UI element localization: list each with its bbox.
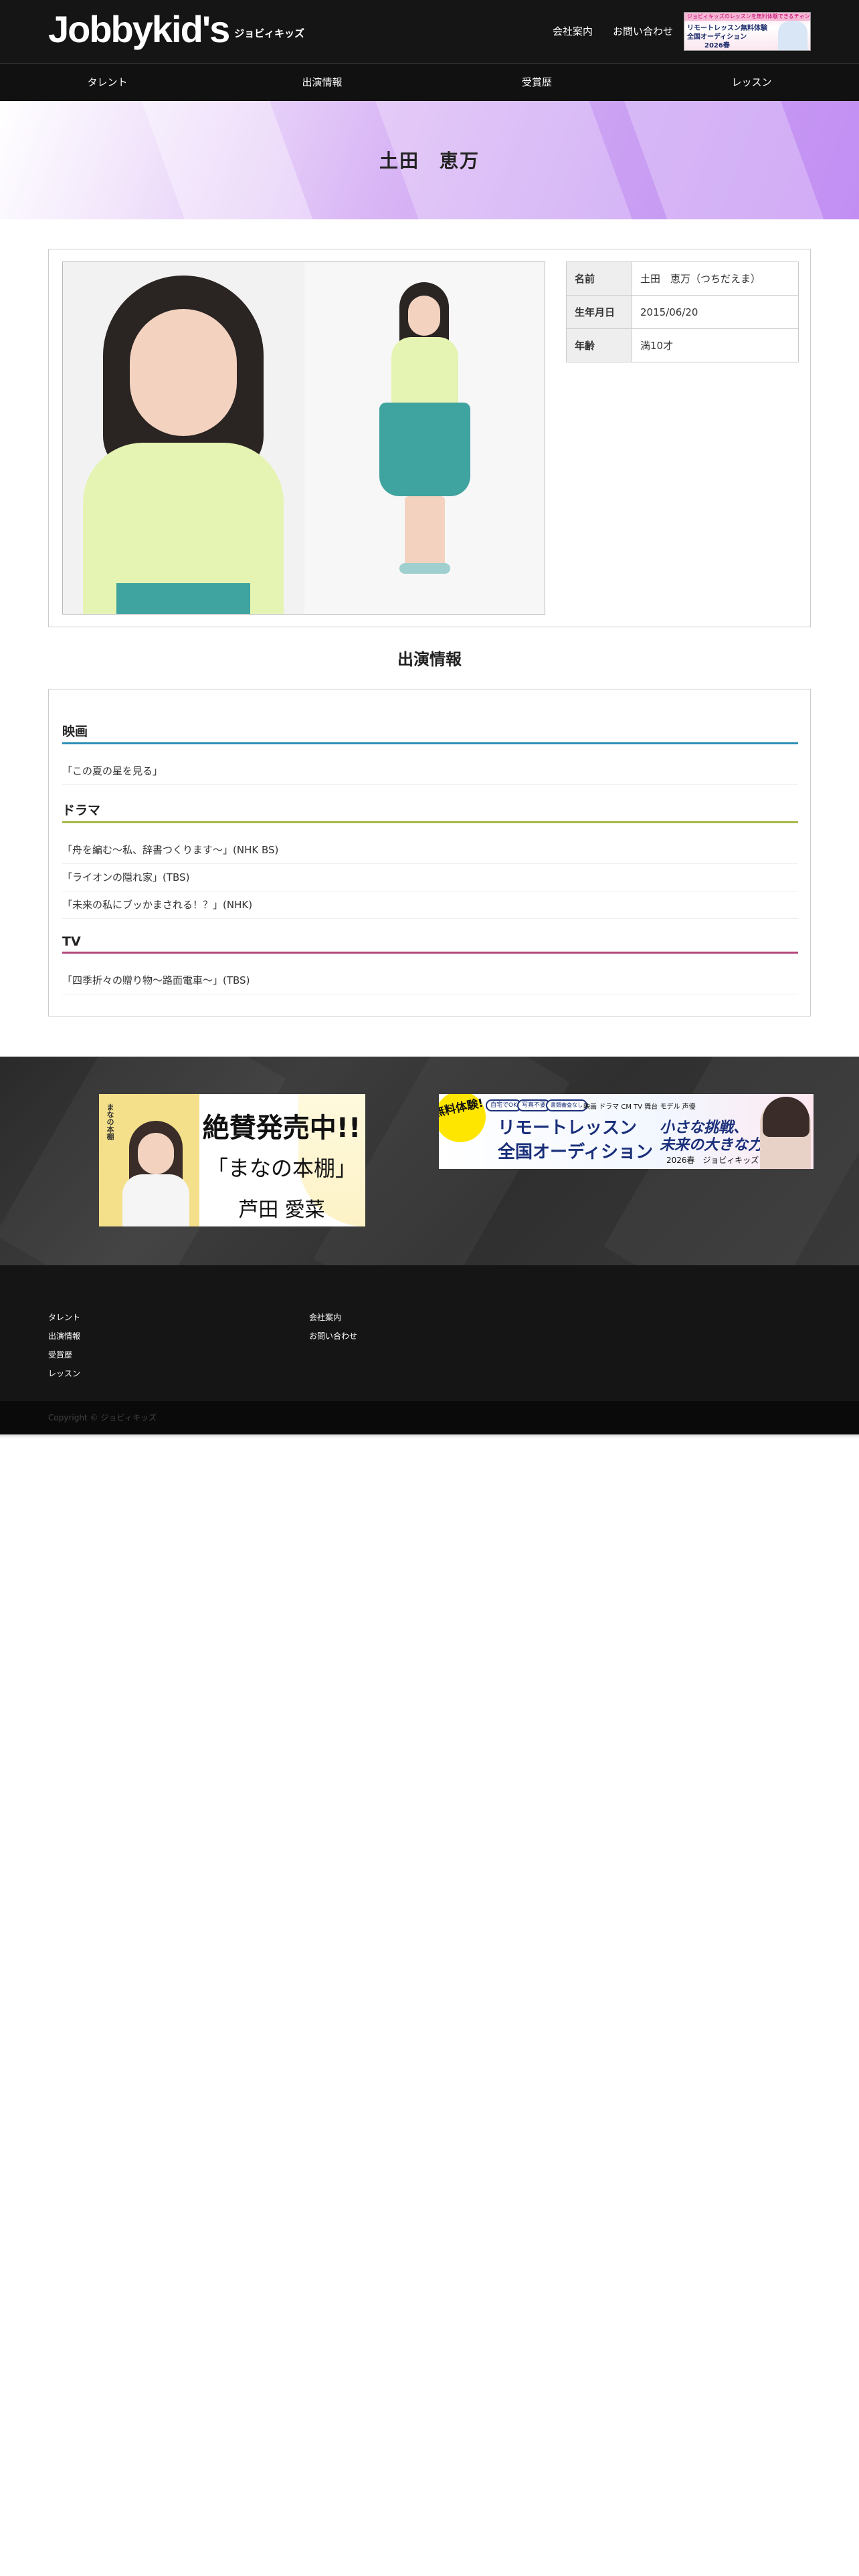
category-drama: ドラマ 「舟を編む〜私、辞書つくります〜」(NHK BS) 「ライオンの隠れ家」… [62,800,798,919]
appearances-box: 映画 「この夏の星を見る」 ドラマ 「舟を編む〜私、辞書つくります〜」(NHK … [48,689,811,1016]
book-cover-title: まなの本棚 [106,1103,114,1140]
book-headline: 絶賛発売中!! [202,1113,361,1144]
profile-value: 土田 恵万（つちだえま） [632,261,799,296]
site-header: Jobbykid's ジョビィキッズ 会社案内 お問い合わせ ジョビィキッズのレ… [0,0,859,64]
category-title: ドラマ [62,800,798,823]
list-item: 「四季折々の贈り物〜路面電車〜」(TBS) [62,967,798,994]
profile-key: 生年月日 [566,295,632,329]
logo-wordmark: Jobbykid's [48,8,230,50]
remote-title-line1: リモートレッスン [498,1118,638,1138]
footer-link-talent[interactable]: タレント [48,1308,80,1327]
top-link-company[interactable]: 会社案内 [553,24,593,38]
profile-key: 名前 [566,261,632,296]
category-list: 「四季折々の贈り物〜路面電車〜」(TBS) [62,967,798,994]
remote-title-line2: 全国オーディション [498,1142,654,1162]
portrait-closeup [63,262,304,614]
profile-photo [62,261,545,615]
header-banner-photo [778,21,807,50]
book-cover: まなの本棚 [99,1094,199,1226]
nav-awards[interactable]: 受賞歴 [430,64,644,101]
book-promo-banner[interactable]: まなの本棚 絶賛発売中!! 「まなの本棚」 芦田 愛菜 [99,1094,365,1226]
profile-key: 年齢 [566,328,632,362]
category-tv: TV 「四季折々の贈り物〜路面電車〜」(TBS) [62,934,798,994]
profile-card: 名前 土田 恵万（つちだえま） 生年月日 2015/06/20 年齢 満10才 [48,249,811,627]
site-footer: タレント 出演情報 受賞歴 レッスン 会社案内 お問い合わせ [0,1265,859,1401]
profile-table: 名前 土田 恵万（つちだえま） 生年月日 2015/06/20 年齢 満10才 [566,261,799,362]
footer-nav-main: タレント 出演情報 受賞歴 レッスン [48,1308,80,1383]
profile-value: 2015/06/20 [632,295,799,329]
copyright-text: Copyright © ジョビィキッズ [48,1413,157,1422]
list-item: 「未来の私にブッかまされる！？」(NHK) [62,891,798,919]
header-banner-strip: ジョビィキッズのレッスンを無料体験できるチャンス！ [684,13,810,21]
remote-tagline-line2: 未来の大きな力 [660,1137,763,1154]
category-title: TV [62,934,798,954]
profile-row-age: 年齢 満10才 [566,328,799,362]
nav-appearances[interactable]: 出演情報 [215,64,430,101]
page-hero: 土田 恵万 [0,101,859,219]
category-list: 「この夏の星を見る」 [62,758,798,785]
site-logo[interactable]: Jobbykid's ジョビィキッズ [48,9,304,49]
genre-list: 映画 ドラマ CM TV 舞台 モデル 声優 [583,1103,696,1111]
profile-row-name: 名前 土田 恵万（つちだえま） [566,261,799,296]
footer-link-appearances[interactable]: 出演情報 [48,1327,80,1346]
footer-link-company[interactable]: 会社案内 [309,1308,357,1327]
feature-pill: 書類審査なし [546,1099,587,1111]
remote-season: 2026春 ジョビィキッズ [666,1156,759,1165]
top-links: 会社案内 お問い合わせ [553,24,673,38]
main-nav: タレント 出演情報 受賞歴 レッスン [0,64,859,101]
profile-row-birthdate: 生年月日 2015/06/20 [566,295,799,329]
nav-lessons[interactable]: レッスン [644,64,859,101]
top-link-contact[interactable]: お問い合わせ [613,24,673,38]
category-title: 映画 [62,722,798,744]
page-title: 土田 恵万 [379,150,480,172]
header-audition-banner[interactable]: ジョビィキッズのレッスンを無料体験できるチャンス！ リモートレッスン無料体験 全… [684,12,811,51]
book-title: 「まなの本棚」 [206,1156,357,1181]
promo-banner-area: まなの本棚 絶賛発売中!! 「まなの本棚」 芦田 愛菜 無料体験! 自宅でOK … [0,1057,859,1265]
feature-pill: 自宅でOK [486,1099,522,1111]
nav-talent[interactable]: タレント [0,64,215,101]
category-movie: 映画 「この夏の星を見る」 [62,722,798,785]
logo-kana: ジョビィキッズ [234,27,304,39]
list-item: 「この夏の星を見る」 [62,758,798,785]
remote-audition-banner[interactable]: 無料体験! 自宅でOK 写真不要 書類審査なし 映画 ドラマ CM TV 舞台 … [439,1094,814,1169]
appearances-heading: 出演情報 [397,650,462,669]
copyright-bar: Copyright © ジョビィキッズ [0,1401,859,1434]
footer-link-awards[interactable]: 受賞歴 [48,1346,80,1364]
list-item: 「ライオンの隠れ家」(TBS) [62,864,798,891]
footer-nav-company: 会社案内 お問い合わせ [309,1308,357,1346]
footer-link-contact[interactable]: お問い合わせ [309,1327,357,1346]
book-author: 芦田 愛菜 [238,1198,325,1222]
category-list: 「舟を編む〜私、辞書つくります〜」(NHK BS) 「ライオンの隠れ家」(TBS… [62,837,798,919]
list-item: 「舟を編む〜私、辞書つくります〜」(NHK BS) [62,837,798,864]
free-trial-badge: 無料体験! [439,1094,491,1148]
footer-link-lessons[interactable]: レッスン [48,1364,80,1383]
profile-value: 満10才 [632,328,799,362]
header-banner-line3: 2026春 [704,42,730,49]
portrait-fullbody [304,262,545,614]
